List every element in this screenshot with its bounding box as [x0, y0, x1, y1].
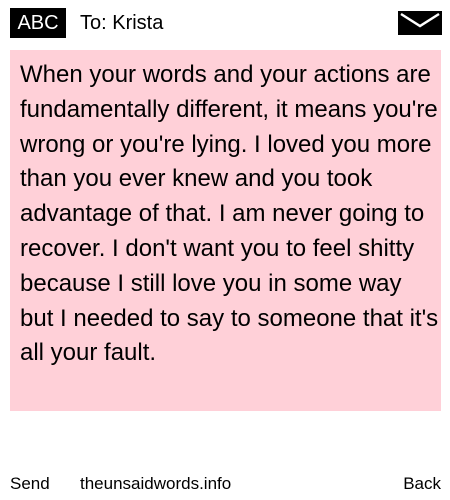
input-mode-indicator[interactable]: ABC [10, 8, 66, 38]
recipient-label[interactable]: To: Krista [80, 8, 163, 38]
site-name-label: theunsaidwords.info [80, 474, 232, 493]
message-body[interactable]: When your words and your actions are fun… [20, 58, 440, 371]
softkey-bar: Send theunsaidwords.info Back [0, 470, 450, 498]
envelope-icon [398, 11, 442, 35]
back-softkey[interactable]: Back [403, 470, 441, 498]
message-header: ABC To: Krista [0, 0, 450, 46]
send-softkey[interactable]: Send [10, 470, 50, 498]
